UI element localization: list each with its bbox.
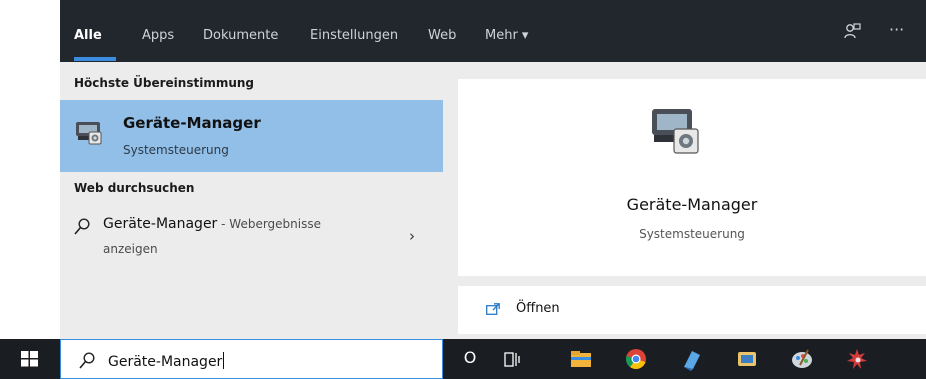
results-pane: Höchste Übereinstimmung Geräte-Manager S… xyxy=(60,62,443,339)
app-icon-notepad[interactable] xyxy=(733,345,761,373)
feedback-icon[interactable] xyxy=(843,22,861,40)
web-search-result[interactable]: Geräte-Manager - Webergebnisse anzeigen … xyxy=(60,206,443,266)
open-action[interactable]: Öffnen xyxy=(458,286,926,334)
app-icon-red[interactable] xyxy=(843,345,871,373)
active-tab-indicator xyxy=(74,57,116,61)
chrome-icon[interactable] xyxy=(622,345,650,373)
detail-card: Geräte-Manager Systemsteuerung xyxy=(458,79,926,276)
windows-start-icon[interactable] xyxy=(0,339,60,379)
web-result-title: Geräte-Manager - Webergebnisse xyxy=(103,216,321,232)
web-result-suffix: - Webergebnisse xyxy=(217,217,321,231)
app-icon-blue[interactable] xyxy=(678,345,706,373)
search-icon xyxy=(79,352,95,369)
open-icon xyxy=(486,303,500,315)
best-match-subtitle: Systemsteuerung xyxy=(123,143,229,157)
section-best-match: Höchste Übereinstimmung xyxy=(74,76,254,90)
web-result-subtitle: anzeigen xyxy=(103,242,158,256)
device-manager-icon xyxy=(652,109,699,154)
chevron-right-icon[interactable]: › xyxy=(409,227,415,245)
tab-dokumente[interactable]: Dokumente xyxy=(203,28,278,43)
cortana-icon[interactable]: O xyxy=(460,348,480,376)
tab-apps[interactable]: Apps xyxy=(142,28,174,43)
best-match-title: Geräte-Manager xyxy=(123,114,261,132)
text-caret xyxy=(223,352,225,369)
paint-icon[interactable] xyxy=(788,345,816,373)
more-options-icon[interactable]: ··· xyxy=(889,20,904,39)
tab-alle[interactable]: Alle xyxy=(74,28,102,43)
tab-web[interactable]: Web xyxy=(428,28,456,43)
search-flyout: Alle Apps Dokumente Einstellungen Web Me… xyxy=(60,0,926,339)
section-web: Web durchsuchen xyxy=(74,181,195,195)
taskbar-search-box[interactable]: Geräte-Manager xyxy=(60,339,443,379)
best-match-result[interactable]: Geräte-Manager Systemsteuerung xyxy=(60,100,443,172)
device-manager-icon xyxy=(76,122,102,145)
search-icon xyxy=(74,218,90,235)
search-tab-bar: Alle Apps Dokumente Einstellungen Web Me… xyxy=(60,0,926,62)
tab-einstellungen[interactable]: Einstellungen xyxy=(310,28,398,43)
search-input[interactable]: Geräte-Manager xyxy=(108,352,225,370)
task-view-icon[interactable] xyxy=(498,345,526,373)
tab-mehr[interactable]: Mehr ▾ xyxy=(485,28,528,43)
file-explorer-icon[interactable] xyxy=(567,345,595,373)
detail-title: Geräte-Manager xyxy=(626,195,758,214)
taskbar: Geräte-Manager O xyxy=(0,339,926,379)
open-label: Öffnen xyxy=(516,301,560,316)
detail-subtitle: Systemsteuerung xyxy=(639,227,745,241)
